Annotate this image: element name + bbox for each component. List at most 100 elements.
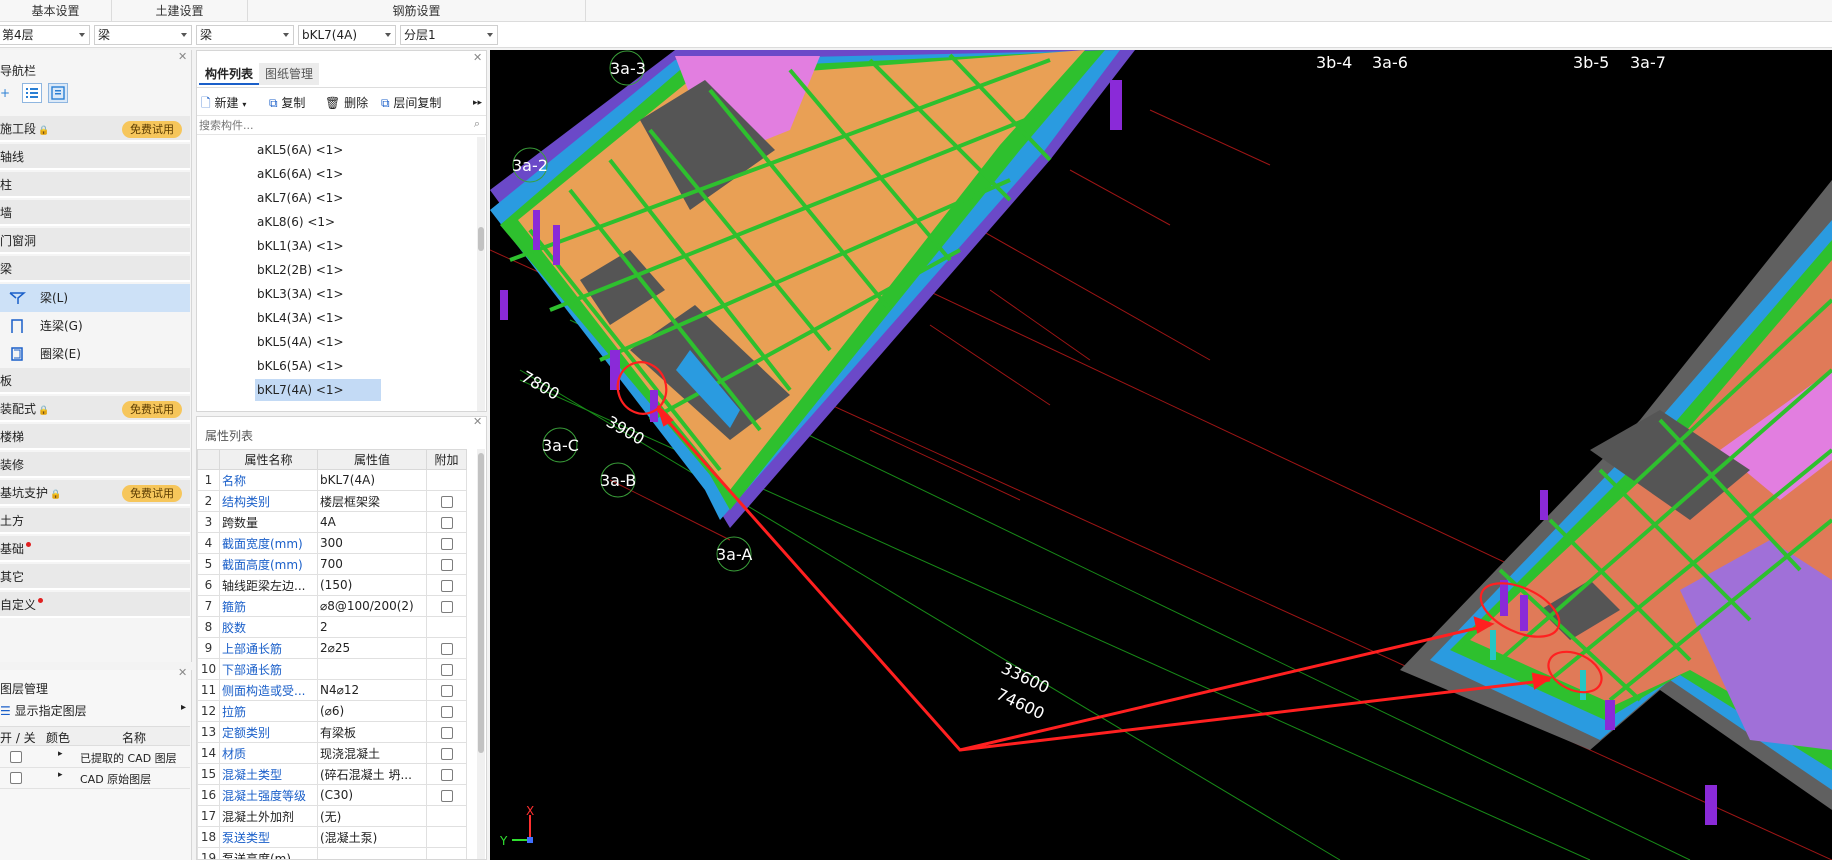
attribute-value[interactable]: (C30) — [317, 784, 427, 806]
table-row[interactable]: 18 泵送类型 (混凝土泵) — [197, 826, 467, 848]
table-row[interactable]: 9 上部通长筋 2⌀25 — [197, 637, 467, 659]
attribute-value[interactable]: 4A — [317, 511, 427, 533]
attach-checkbox[interactable] — [440, 789, 453, 802]
scrollbar-thumb[interactable] — [478, 453, 484, 753]
copy-between-floors-button[interactable]: ⧉ 层间复制 — [381, 93, 441, 113]
search-box[interactable]: ⌕ — [197, 115, 486, 135]
attribute-value[interactable]: 有梁板 — [317, 721, 427, 743]
attribute-value[interactable]: (⌀6) — [317, 700, 427, 722]
table-row[interactable]: 16 混凝土强度等级 (C30) — [197, 784, 467, 806]
close-icon[interactable]: ✕ — [473, 51, 482, 64]
category-select[interactable]: 梁 — [94, 25, 192, 45]
scrollbar-thumb[interactable] — [478, 227, 484, 251]
tab-rebar-settings[interactable]: 钢筋设置 — [248, 0, 586, 22]
table-row[interactable]: 19 泵送高度(m) — [197, 847, 467, 859]
attach-checkbox[interactable] — [440, 579, 453, 592]
nav-item-wall[interactable]: 墙 — [0, 200, 190, 226]
expand-icon[interactable]: ▸ — [58, 770, 63, 780]
list-item[interactable]: bKL6(5A) <1> — [257, 355, 344, 377]
close-icon[interactable]: ✕ — [473, 417, 482, 428]
list-item[interactable]: aKL6(6A) <1> — [257, 163, 343, 185]
attach-checkbox[interactable] — [440, 642, 453, 655]
nav-item-other[interactable]: 其它 — [0, 564, 190, 590]
nav-sub-ring-beam[interactable]: 圈梁(E) — [0, 340, 190, 368]
list-item[interactable]: bKL3(3A) <1> — [257, 283, 344, 305]
table-row[interactable]: 2 结构类别 楼层框架梁 — [197, 490, 467, 512]
scrollbar[interactable] — [477, 137, 485, 411]
floor-select[interactable]: 第4层 — [0, 25, 90, 45]
list-item[interactable]: bKL1(3A) <1> — [257, 235, 344, 257]
tab-civil-settings[interactable]: 土建设置 — [112, 0, 248, 22]
detail-view-icon[interactable] — [48, 83, 68, 103]
table-row[interactable]: 3 跨数量 4A — [197, 511, 467, 533]
attribute-value[interactable]: 2 — [317, 616, 427, 638]
model-3d-viewport[interactable]: 3a-3 3a-2 3a-C 3a-B 3a-A 3b-4 3a-6 3b-5 … — [490, 50, 1832, 860]
layer-row[interactable]: ▸ 已提取的 CAD 图层 — [0, 747, 190, 768]
table-row[interactable]: 6 轴线距梁左边... (150) — [197, 574, 467, 596]
nav-item-stairs[interactable]: 楼梯 — [0, 424, 190, 450]
nav-item-earthwork[interactable]: 土方 — [0, 508, 190, 534]
scrollbar[interactable] — [477, 449, 485, 859]
list-item[interactable]: aKL5(6A) <1> — [257, 139, 343, 161]
attribute-value[interactable]: N4⌀12 — [317, 679, 427, 701]
layer-checkbox[interactable] — [10, 772, 22, 784]
close-icon[interactable]: ✕ — [178, 50, 187, 63]
type-select[interactable]: 梁 — [196, 25, 294, 45]
attach-checkbox[interactable] — [440, 726, 453, 739]
tab-component-list[interactable]: 构件列表 — [199, 63, 260, 85]
nav-item-foundation[interactable]: 基础 — [0, 536, 190, 562]
nav-sub-beam[interactable]: 梁(L) — [0, 284, 190, 312]
layer-checkbox[interactable] — [10, 751, 22, 763]
search-icon[interactable]: ⌕ — [474, 117, 480, 131]
attribute-value[interactable] — [317, 847, 427, 859]
delete-button[interactable]: 🗑 删除 — [325, 93, 368, 113]
nav-item-custom[interactable]: 自定义 — [0, 592, 190, 618]
add-icon[interactable]: + — [0, 86, 12, 100]
attach-checkbox[interactable] — [440, 768, 453, 781]
table-row[interactable]: 17 混凝土外加剂 (无) — [197, 805, 467, 827]
table-row[interactable]: 5 截面高度(mm) 700 — [197, 553, 467, 575]
nav-item-finishing[interactable]: 装修 — [0, 452, 190, 478]
table-row[interactable]: 8 胶数 2 — [197, 616, 467, 638]
more-icon[interactable]: ▸▸ — [473, 93, 482, 113]
attribute-value[interactable]: (混凝土泵) — [317, 826, 427, 848]
new-button[interactable]: 🗋 新建 ▾ — [201, 93, 246, 113]
attribute-value[interactable]: ⌀8@100/200(2) — [317, 595, 427, 617]
nav-item-column[interactable]: 柱 — [0, 172, 190, 198]
table-row[interactable]: 14 材质 现浇混凝土 — [197, 742, 467, 764]
nav-sub-coupling-beam[interactable]: 连梁(G) — [0, 312, 190, 340]
table-row[interactable]: 11 侧面构造或受... N4⌀12 — [197, 679, 467, 701]
attach-checkbox[interactable] — [440, 705, 453, 718]
list-view-icon[interactable] — [22, 83, 42, 103]
attribute-value[interactable]: (无) — [317, 805, 427, 827]
layer-row[interactable]: ▸ CAD 原始图层 — [0, 768, 190, 789]
attach-checkbox[interactable] — [440, 537, 453, 550]
attribute-value[interactable]: 2⌀25 — [317, 637, 427, 659]
table-row[interactable]: 13 定额类别 有梁板 — [197, 721, 467, 743]
table-row[interactable]: 10 下部通长筋 — [197, 658, 467, 680]
attach-checkbox[interactable] — [440, 600, 453, 613]
table-row[interactable]: 7 箍筋 ⌀8@100/200(2) — [197, 595, 467, 617]
attribute-value[interactable]: 楼层框架梁 — [317, 490, 427, 512]
list-item[interactable]: bKL5(4A) <1> — [257, 331, 344, 353]
copy-button[interactable]: ⧉ 复制 — [269, 93, 305, 113]
attribute-value[interactable]: (碎石混凝土 坍... — [317, 763, 427, 785]
list-item[interactable]: aKL8(6) <1> — [257, 211, 335, 233]
attribute-value[interactable]: (150) — [317, 574, 427, 596]
table-row[interactable]: 1 名称 bKL7(4A) — [197, 469, 467, 491]
attribute-value[interactable]: bKL7(4A) — [317, 469, 427, 491]
nav-item-pit-support[interactable]: 基坑支护 🔒 免费试用 — [0, 480, 190, 506]
nav-item-construction-segment[interactable]: 施工段 🔒 免费试用 — [0, 116, 190, 142]
attach-checkbox[interactable] — [440, 663, 453, 676]
nav-item-slab[interactable]: 板 — [0, 368, 190, 394]
attribute-value[interactable]: 现浇混凝土 — [317, 742, 427, 764]
attach-checkbox[interactable] — [440, 516, 453, 529]
tab-drawing-management[interactable]: 图纸管理 — [259, 63, 320, 85]
attribute-value[interactable]: 300 — [317, 532, 427, 554]
attribute-value[interactable]: 700 — [317, 553, 427, 575]
list-item[interactable]: aKL7(6A) <1> — [257, 187, 343, 209]
table-row[interactable]: 4 截面宽度(mm) 300 — [197, 532, 467, 554]
list-item[interactable]: bKL4(3A) <1> — [257, 307, 344, 329]
attach-checkbox[interactable] — [440, 558, 453, 571]
attach-checkbox[interactable] — [440, 495, 453, 508]
